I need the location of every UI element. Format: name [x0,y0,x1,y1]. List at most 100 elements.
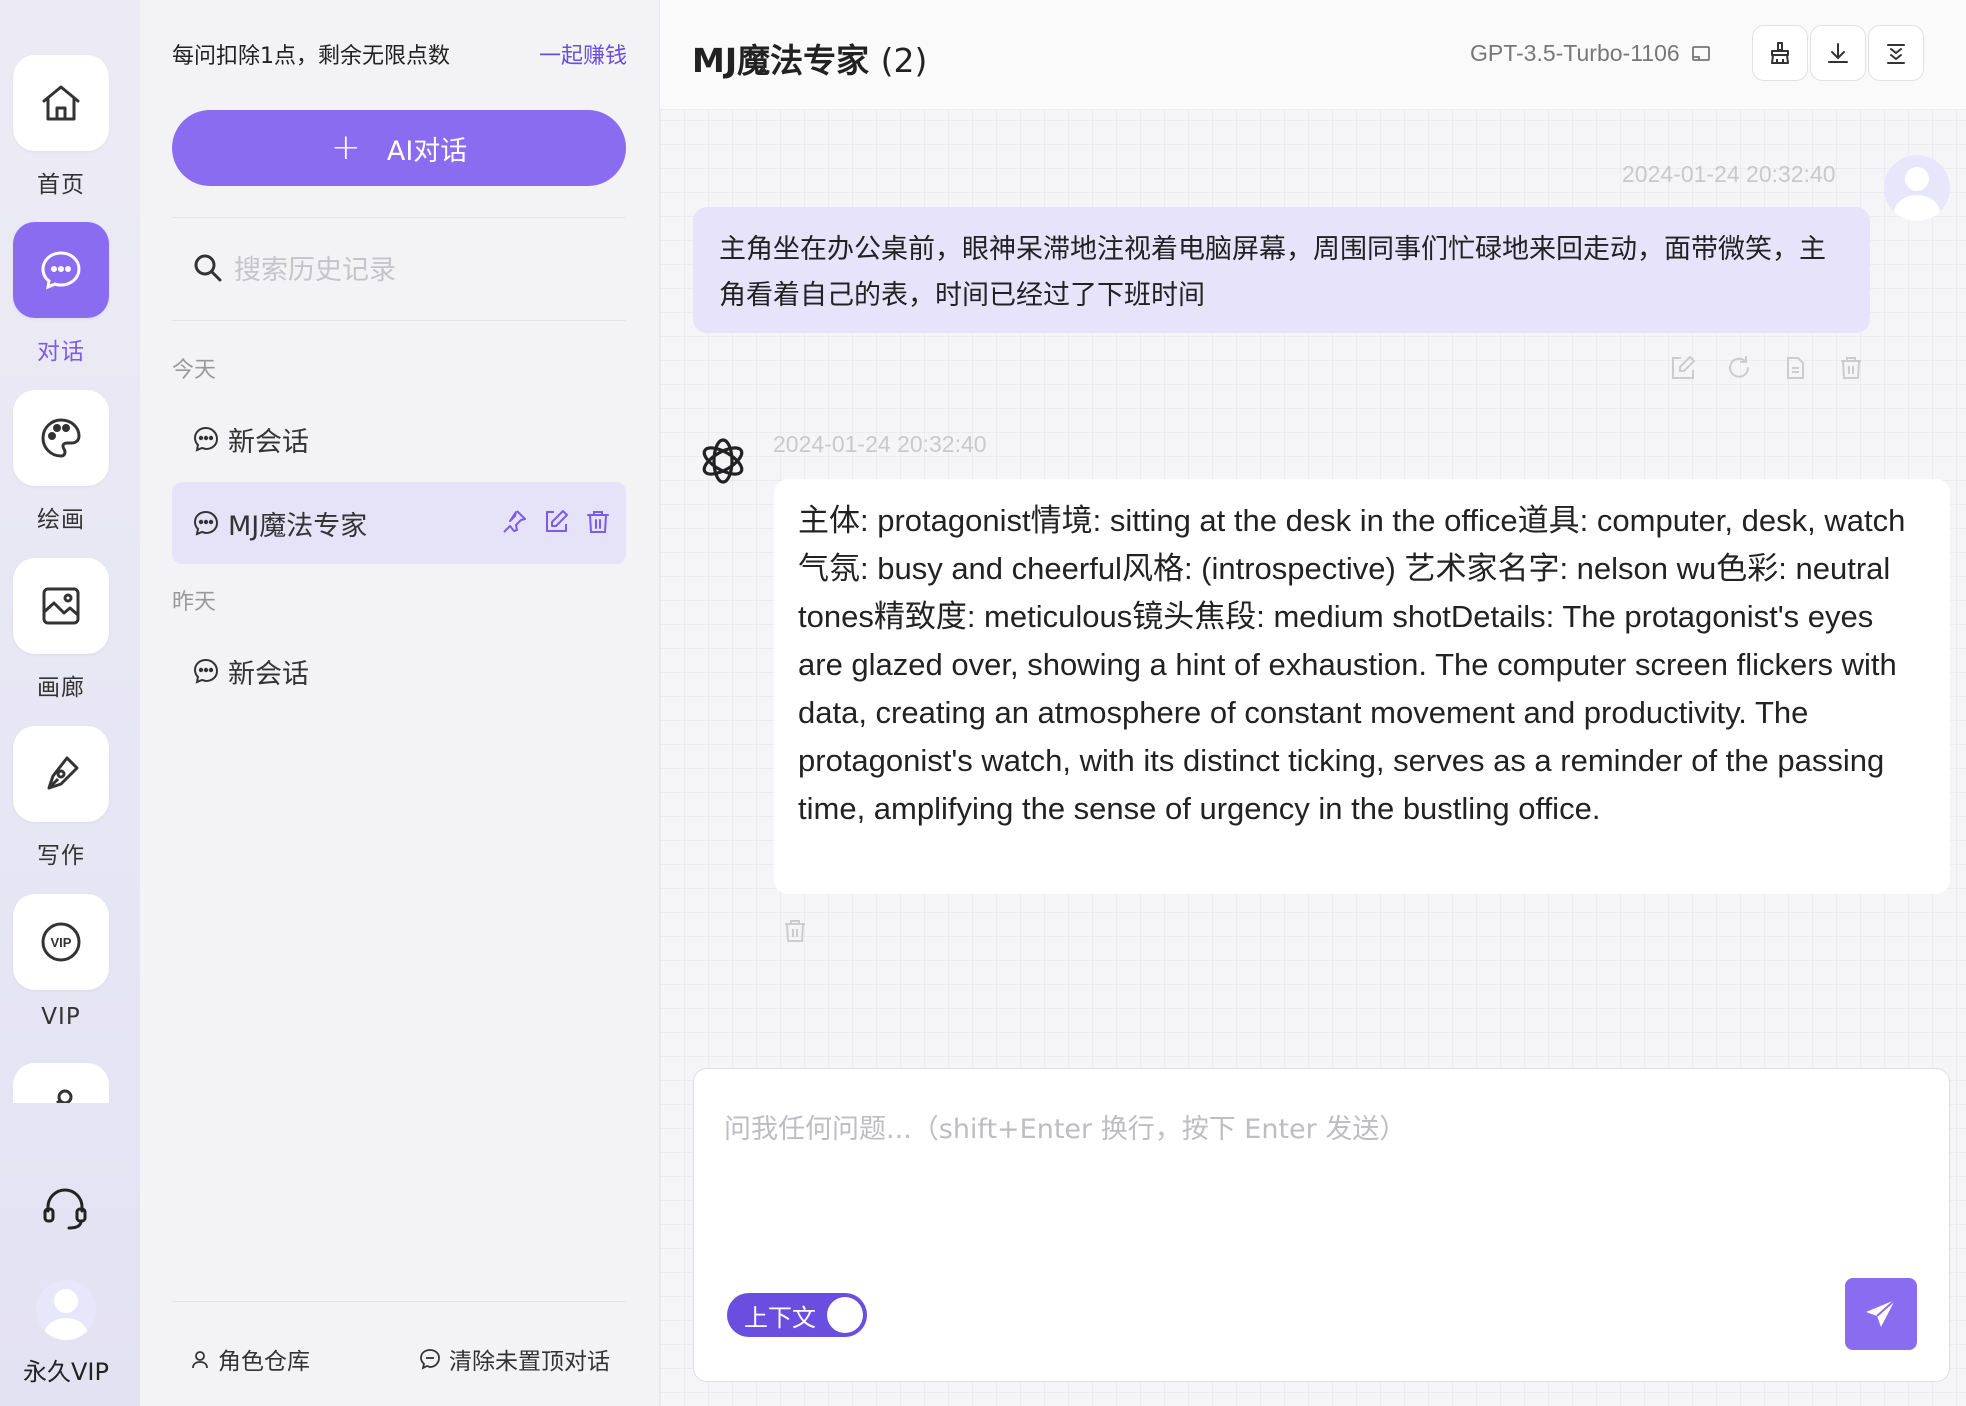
points-text: 每问扣除1点，剩余无限点数 [172,44,450,69]
user-profile[interactable]: 永久VIP [0,1280,132,1387]
role-library-label: 角色仓库 [218,1349,310,1375]
divider [172,320,626,321]
rail-label-write: 写作 [37,843,85,869]
model-name: GPT-3.5-Turbo-1106 [1470,40,1680,66]
chat-main: MJ魔法专家 (2) GPT-3.5-Turbo-1106 2024-01-24… [660,0,1966,1406]
clear-unpinned-button[interactable]: 清除未置顶对话 [419,1342,610,1376]
role-library-button[interactable]: 角色仓库 [190,1342,310,1376]
model-selector[interactable]: GPT-3.5-Turbo-1106 [1470,40,1712,67]
user-message-actions [1670,355,1864,381]
collapse-icon [1887,44,1905,64]
group-label-yesterday: 昨天 [172,590,217,615]
user-tier-label: 永久VIP [23,1358,109,1386]
group-label-today: 今天 [172,358,217,383]
rail-button-home[interactable] [13,55,109,151]
message-composer[interactable]: 问我任何问题...（shift+Enter 换行，按下 Enter 发送） 上下… [693,1068,1950,1382]
collapse-button[interactable] [1868,25,1924,81]
delete-icon[interactable] [782,918,808,944]
assistant-message-bubble: 主体: protagonist情境: sitting at the desk i… [774,479,1950,894]
share-icon [56,1089,73,1103]
rail-button-write[interactable] [13,726,109,822]
send-icon [1866,1299,1896,1327]
assistant-message-actions [782,918,808,944]
clear-unpinned-label: 清除未置顶对话 [449,1349,610,1375]
rail-button-draw[interactable] [13,390,109,486]
delete-icon[interactable] [1838,355,1864,381]
delete-icon[interactable] [584,508,612,536]
rail-label-home: 首页 [37,172,85,198]
chat-bubble-icon [193,426,219,452]
user-icon [192,1351,208,1369]
conversation-item[interactable]: 新会话 [172,630,626,712]
rail-label-draw: 绘画 [37,507,85,533]
chat-bubble-icon [193,510,219,536]
divider [172,217,626,218]
plus-icon: + [330,127,361,168]
new-chat-label: AI对话 [386,135,468,167]
svg-text:VIP: VIP [51,935,72,950]
rail-item-write[interactable]: 写作 [13,726,109,870]
send-button[interactable] [1845,1278,1917,1350]
chat-title: MJ魔法专家 (2) [692,34,927,82]
rail-item-more[interactable] [13,1063,109,1103]
edit-icon[interactable] [1670,355,1696,381]
rail-item-home[interactable]: 首页 [13,55,109,199]
avatar[interactable] [36,1280,96,1340]
chat-icon [41,251,81,290]
rail-label-gallery: 画廊 [37,675,85,701]
conversation-title: 新会话 [228,658,309,690]
rail-button-chat[interactable] [13,222,109,318]
points-bar: 每问扣除1点，剩余无限点数 一起赚钱 [172,38,627,70]
rail-item-gallery[interactable]: 画廊 [13,558,109,702]
chat-clear-icon [420,1349,440,1370]
gallery-icon [42,587,80,625]
pin-icon[interactable] [500,508,528,536]
window-icon [1691,45,1710,61]
earn-link[interactable]: 一起赚钱 [539,38,627,70]
context-toggle[interactable]: 上下文 [727,1293,867,1337]
new-chat-button[interactable]: + AI对话 [172,110,626,186]
chat-bubble-icon [193,658,219,684]
rail-label-vip: VIP [41,1004,81,1030]
history-search[interactable]: 搜索历史记录 [192,248,396,287]
search-input[interactable]: 搜索历史记录 [234,248,396,287]
rail-item-vip[interactable]: VIP VIP [13,894,109,1030]
vip-icon: VIP [41,922,81,962]
rail-item-draw[interactable]: 绘画 [13,390,109,534]
refresh-icon[interactable] [1726,355,1752,381]
palette-icon [41,418,81,458]
edit-icon[interactable] [542,508,570,536]
conversation-item-active[interactable]: MJ魔法专家 [172,482,626,564]
pen-icon [47,756,79,790]
conversation-title: 新会话 [228,426,309,458]
broom-icon [1771,42,1789,64]
conversation-title: MJ魔法专家 [228,510,368,542]
nav-rail: 首页 对话 绘画 画廊 写作 VIP VIP 永久VIP [0,0,140,1406]
user-avatar [1884,155,1950,221]
rail-button-gallery[interactable] [13,558,109,654]
support-button[interactable] [40,1183,90,1233]
rail-button-vip[interactable]: VIP [13,894,109,990]
copy-icon[interactable] [1782,355,1808,381]
divider [172,1301,626,1302]
clear-chat-button[interactable] [1752,25,1808,81]
download-button[interactable] [1810,25,1866,81]
assistant-avatar [692,430,754,492]
search-icon [194,254,222,281]
conversation-item[interactable]: 新会话 [172,398,626,480]
chat-header: MJ魔法专家 (2) GPT-3.5-Turbo-1106 [660,0,1966,110]
chat-title-text: MJ魔法专家 [692,41,870,80]
context-toggle-label: 上下文 [744,1303,816,1332]
download-icon [1828,43,1848,63]
openai-logo-icon [702,438,744,484]
assistant-message-timestamp: 2024-01-24 20:32:40 [773,431,987,457]
sidebar-footer: 角色仓库 清除未置顶对话 [190,1342,610,1376]
message-input[interactable]: 问我任何问题...（shift+Enter 换行，按下 Enter 发送） [724,1107,1406,1146]
toggle-knob [827,1297,863,1333]
rail-label-chat: 对话 [37,339,85,365]
user-message-timestamp: 2024-01-24 20:32:40 [1622,161,1836,187]
conversation-sidebar: 每问扣除1点，剩余无限点数 一起赚钱 + AI对话 搜索历史记录 今天 新会话 … [140,0,660,1406]
message-count: (2) [880,41,928,80]
rail-item-chat[interactable]: 对话 [13,222,109,366]
conversation-actions [500,508,612,536]
